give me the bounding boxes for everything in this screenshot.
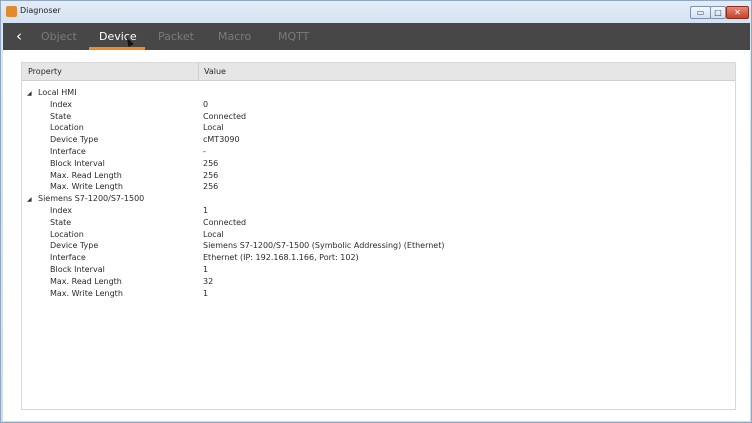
- value-cell: -: [203, 146, 206, 156]
- group-label: Local HMI: [38, 88, 77, 97]
- tab-object[interactable]: Object: [41, 30, 77, 43]
- column-header-value[interactable]: Value: [204, 67, 226, 76]
- value-cell: 256: [203, 182, 219, 192]
- window-title: Diagnoser: [20, 6, 61, 15]
- value-cell: Ethernet (IP: 192.168.1.166, Port: 102): [203, 253, 359, 263]
- table-row[interactable]: Index 1: [22, 205, 735, 217]
- value-cell: 0: [203, 99, 209, 109]
- value-cell: 32: [203, 276, 214, 286]
- property-cell: Index: [50, 205, 73, 215]
- property-cell: State: [50, 217, 72, 227]
- value-cell: 1: [203, 288, 209, 298]
- property-cell: Index: [50, 99, 73, 109]
- property-cell: Max. Read Length: [50, 170, 122, 180]
- table-row[interactable]: Max. Read Length 32: [22, 276, 735, 288]
- tab-bar: ‹ Object Device Packet Macro MQTT: [3, 23, 750, 50]
- content-area: Property Value ◢ Local HMI Index 0 State Conn…: [3, 50, 750, 421]
- property-cell: Block Interval: [50, 264, 105, 274]
- property-cell: Max. Write Length: [50, 182, 123, 192]
- property-cell: Location: [50, 229, 84, 239]
- tab-mqtt[interactable]: MQTT: [278, 30, 309, 43]
- value-cell: Connected: [203, 111, 247, 121]
- table-row[interactable]: Max. Write Length 256: [22, 181, 735, 193]
- property-cell: Location: [50, 123, 84, 133]
- property-cell: Interface: [50, 253, 86, 263]
- value-cell: Local: [203, 123, 224, 133]
- value-cell: 256: [203, 170, 219, 180]
- table-body: ◢ Local HMI Index 0 State Connected Location Lo…: [22, 87, 735, 299]
- table-row[interactable]: State Connected: [22, 217, 735, 229]
- table-row[interactable]: Device Type Siemens S7-1200/S7-1500 (Symb…: [22, 240, 735, 252]
- tab-packet[interactable]: Packet: [158, 30, 194, 43]
- table-row[interactable]: Interface Ethernet (IP: 192.168.1.166, Po…: [22, 252, 735, 264]
- maximize-button[interactable]: □: [710, 6, 726, 19]
- property-cell: Device Type: [50, 241, 99, 251]
- table-row[interactable]: Max. Read Length 256: [22, 170, 735, 182]
- tab-macro[interactable]: Macro: [218, 30, 251, 43]
- tree-group-row[interactable]: ◢ Local HMI: [22, 87, 735, 99]
- table-row[interactable]: Block Interval 1: [22, 264, 735, 276]
- column-header-property[interactable]: Property: [28, 67, 62, 76]
- column-divider[interactable]: [198, 63, 199, 80]
- table-row[interactable]: Location Local: [22, 122, 735, 134]
- table-row[interactable]: Index 0: [22, 99, 735, 111]
- table-row[interactable]: Device Type cMT3090: [22, 134, 735, 146]
- title-bar[interactable]: Diagnoser ▭ □ ✕: [1, 1, 751, 23]
- value-cell: cMT3090: [203, 135, 240, 145]
- property-table: Property Value ◢ Local HMI Index 0 State Conn…: [21, 62, 736, 410]
- value-cell: 1: [203, 205, 209, 215]
- property-cell: Max. Write Length: [50, 288, 123, 298]
- property-cell: Interface: [50, 146, 86, 156]
- value-cell: 256: [203, 158, 219, 168]
- property-cell: Device Type: [50, 135, 99, 145]
- value-cell: Siemens S7-1200/S7-1500 (Symbolic Addres…: [203, 241, 445, 251]
- value-cell: Connected: [203, 217, 247, 227]
- app-window: Diagnoser ▭ □ ✕ ‹ Object Device Packet M…: [0, 0, 752, 423]
- table-row[interactable]: State Connected: [22, 111, 735, 123]
- table-row[interactable]: Max. Write Length 1: [22, 288, 735, 300]
- property-cell: State: [50, 111, 72, 121]
- app-icon: [6, 6, 17, 17]
- tree-group-row[interactable]: ◢ Siemens S7-1200/S7-1500: [22, 193, 735, 205]
- table-header: Property Value: [22, 63, 735, 81]
- property-cell: Block Interval: [50, 158, 105, 168]
- value-cell: 1: [203, 264, 209, 274]
- property-cell: Max. Read Length: [50, 276, 122, 286]
- table-row[interactable]: Block Interval 256: [22, 158, 735, 170]
- table-row[interactable]: Location Local: [22, 229, 735, 241]
- back-arrow-icon[interactable]: ‹: [12, 27, 26, 45]
- table-row[interactable]: Interface -: [22, 146, 735, 158]
- group-label: Siemens S7-1200/S7-1500: [38, 194, 145, 204]
- minimize-button[interactable]: ▭: [690, 6, 711, 19]
- value-cell: Local: [203, 229, 224, 239]
- close-button[interactable]: ✕: [726, 6, 749, 19]
